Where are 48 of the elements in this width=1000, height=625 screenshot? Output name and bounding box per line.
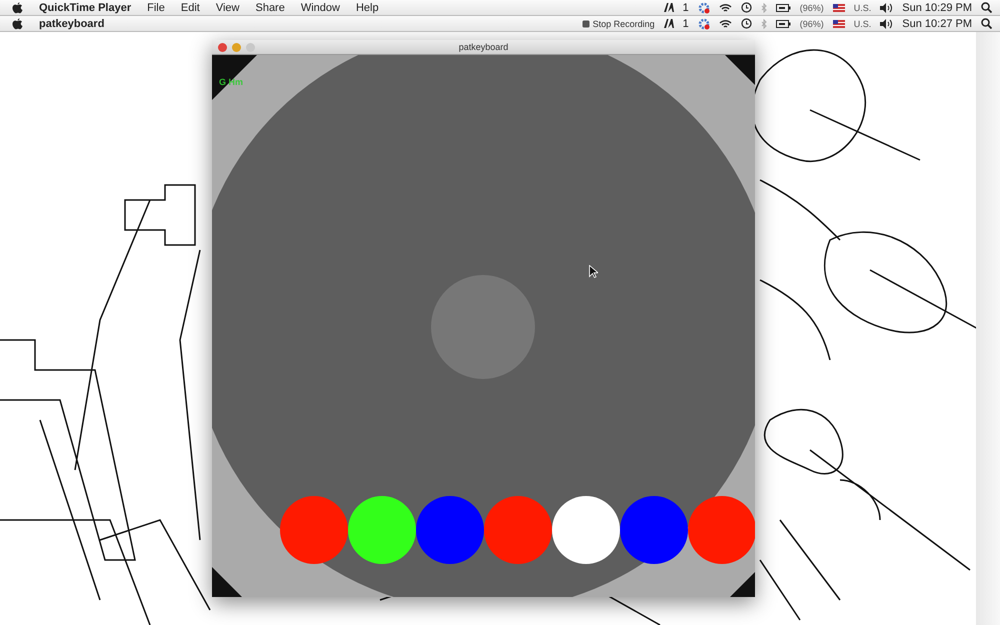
menu-clock[interactable]: Sun 10:29 PM (902, 2, 972, 14)
menu-item[interactable]: Help (356, 2, 379, 14)
corner-shape (212, 567, 242, 597)
menu-item[interactable]: View (216, 2, 240, 14)
speaker-icon[interactable] (880, 2, 894, 12)
battery-icon[interactable] (776, 4, 791, 12)
adobe-count: 1 (682, 2, 689, 14)
flag-icon[interactable] (832, 4, 845, 12)
corner-shape (730, 572, 755, 597)
adobe-count: 1 (682, 18, 689, 30)
search-icon[interactable] (981, 18, 992, 29)
app-menu[interactable]: patkeyboard (39, 18, 104, 30)
apple-icon[interactable] (12, 18, 23, 30)
colored-circle[interactable] (416, 496, 484, 564)
colored-circle[interactable] (280, 496, 348, 564)
battery-percent: (96%) (800, 2, 824, 12)
colored-circle[interactable] (552, 496, 620, 564)
menu-item[interactable]: File (147, 2, 165, 14)
clock-icon[interactable] (740, 2, 752, 13)
corner-shape (725, 55, 755, 85)
colored-circle[interactable] (620, 496, 688, 564)
wifi-icon[interactable] (718, 2, 732, 12)
search-icon[interactable] (981, 2, 992, 13)
speaker-icon[interactable] (880, 18, 894, 28)
close-button[interactable] (218, 42, 227, 52)
gear-icon[interactable] (698, 2, 710, 14)
menu-item[interactable]: Window (300, 2, 340, 14)
status-text: G Hm (219, 77, 244, 87)
cursor-icon (589, 265, 598, 278)
colored-circle[interactable] (348, 496, 416, 564)
battery-icon[interactable] (776, 20, 791, 28)
battery-percent: (96%) (800, 18, 824, 28)
menu-item[interactable]: Share (255, 2, 285, 14)
corner-shape (212, 55, 257, 100)
stop-icon (582, 20, 590, 28)
menu-item[interactable]: Edit (180, 2, 200, 14)
clock-icon[interactable] (740, 18, 752, 29)
app-menu[interactable]: QuickTime Player (39, 2, 132, 14)
window-title: patkeyboard (458, 42, 508, 52)
stop-recording-button[interactable]: Stop Recording (582, 18, 655, 28)
menu-clock[interactable]: Sun 10:27 PM (902, 18, 972, 30)
gear-icon[interactable] (698, 18, 710, 30)
input-source[interactable]: U.S. (854, 18, 872, 28)
input-source[interactable]: U.S. (854, 2, 872, 12)
wifi-icon[interactable] (718, 18, 732, 28)
colored-circle[interactable] (484, 496, 552, 564)
apple-icon[interactable] (12, 2, 23, 14)
flag-icon[interactable] (832, 20, 845, 28)
